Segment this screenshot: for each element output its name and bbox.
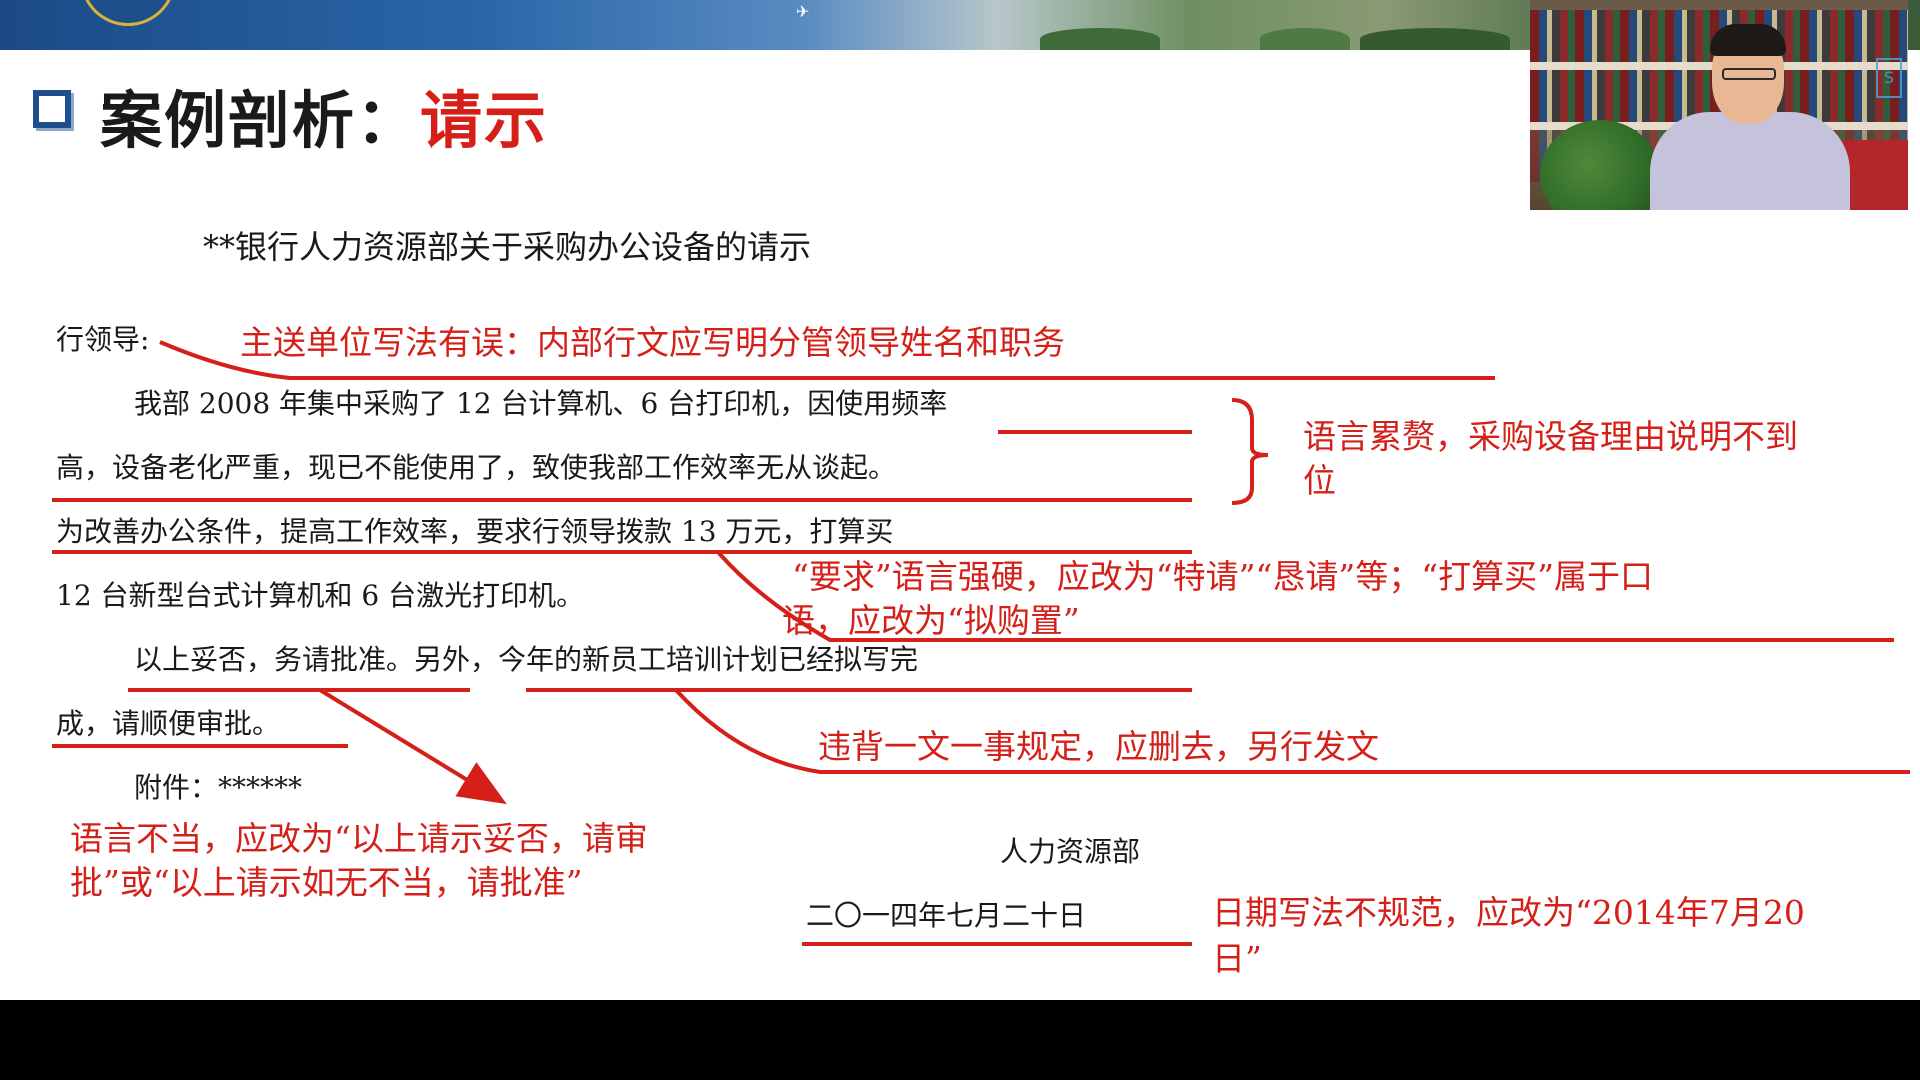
annotation-lines (52, 340, 1910, 946)
leader-line-request (716, 550, 1894, 642)
leader-line-addressee (159, 340, 1495, 380)
video-bottom-bar (0, 1000, 1920, 1080)
leader-line-one-matter (674, 688, 1910, 774)
brace-reason (1231, 398, 1269, 505)
